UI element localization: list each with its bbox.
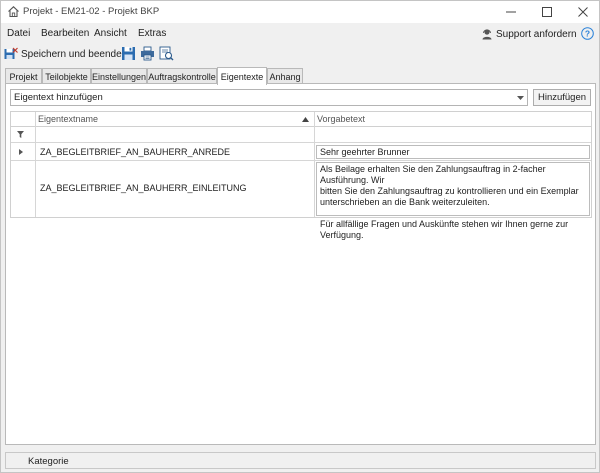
column-header-eigentextname[interactable]: Eigentextname (35, 112, 314, 127)
memo-line: Für allfällige Fragen und Auskünfte steh… (320, 219, 569, 240)
tab-teilobjekte[interactable]: Teilobjekte (42, 68, 91, 84)
filter-icon[interactable] (17, 131, 24, 138)
cell-vorgabetext-editor[interactable]: Sehr geehrter Brunner (316, 145, 590, 159)
close-icon (578, 7, 588, 17)
menu-extras[interactable]: Extras (138, 28, 166, 39)
maximize-icon (542, 7, 552, 17)
save-and-close-button[interactable]: Speichern und beenden (4, 45, 127, 63)
eigentext-grid: Eigentextname Vorgabetext ZA_BEGLEITBRIE… (10, 111, 592, 240)
memo-line (320, 208, 586, 219)
filter-cell-eigentextname[interactable] (36, 128, 313, 142)
tab-eigentexte[interactable]: Eigentexte (217, 67, 267, 85)
title-bar[interactable]: Projekt - EM21-02 - Projekt BKP (1, 1, 599, 23)
svg-text:?: ? (585, 29, 590, 39)
grid-divider (11, 160, 591, 161)
column-header-vorgabetext-label: Vorgabetext (317, 114, 366, 124)
print-preview-icon[interactable] (159, 46, 174, 61)
menu-ansicht[interactable]: Ansicht (94, 28, 127, 39)
grid-divider (314, 112, 315, 217)
save-and-close-label: Speichern und beenden (21, 48, 128, 60)
toolbar: Speichern und beenden (1, 44, 599, 64)
status-bar: Kategorie (5, 452, 596, 469)
filter-cell-vorgabetext[interactable] (315, 128, 591, 142)
tab-auftragskontrolle[interactable]: Auftragskontrolle (147, 68, 217, 84)
eigentext-select-value: Eigentext hinzufügen (14, 92, 103, 103)
memo-line: unterschrieben an die Bank weiterzuleite… (320, 197, 490, 207)
add-button[interactable]: Hinzufügen (533, 89, 591, 106)
column-header-eigentextname-label: Eigentextname (38, 114, 99, 124)
eigentexte-panel: Eigentext hinzufügen Hinzufügen Eigentex… (5, 83, 596, 445)
cell-eigentextname[interactable]: ZA_BEGLEITBRIEF_AN_BAUHERR_ANREDE (40, 147, 230, 157)
column-header-vorgabetext[interactable]: Vorgabetext (314, 112, 591, 127)
eigentext-select[interactable]: Eigentext hinzufügen (10, 89, 528, 106)
support-label: Support anfordern (496, 28, 577, 40)
minimize-icon (506, 11, 516, 13)
maximize-button[interactable] (531, 1, 563, 23)
grid-divider (11, 142, 591, 143)
memo-line: Als Beilage erhalten Sie den Zahlungsauf… (320, 164, 546, 185)
menu-datei[interactable]: Datei (7, 28, 30, 39)
chevron-down-icon (517, 96, 524, 100)
grid-divider (35, 112, 36, 217)
tab-projekt[interactable]: Projekt (5, 68, 42, 84)
save-close-icon (4, 47, 18, 59)
cell-vorgabetext: Sehr geehrter Brunner (320, 147, 410, 157)
help-icon[interactable]: ? (581, 27, 594, 40)
support-headset-icon (482, 29, 492, 40)
tab-einstellungen[interactable]: Einstellungen (91, 68, 147, 84)
support-request-button[interactable]: Support anfordern (481, 25, 577, 43)
memo-line: bitten Sie den Zahlungsauftrag zu kontro… (320, 186, 579, 196)
window-title: Projekt - EM21-02 - Projekt BKP (23, 6, 160, 17)
print-icon[interactable] (140, 46, 155, 61)
close-button[interactable] (567, 1, 599, 23)
row-indicator-header (11, 112, 35, 127)
tab-anhang[interactable]: Anhang (267, 68, 303, 84)
home-icon (8, 6, 19, 18)
sort-ascending-icon (302, 117, 309, 122)
save-icon[interactable] (121, 46, 136, 61)
menu-bearbeiten[interactable]: Bearbeiten (41, 28, 89, 39)
app-window: Projekt - EM21-02 - Projekt BKP Datei Be… (0, 0, 600, 473)
row-pointer-icon (19, 149, 23, 155)
cell-vorgabetext-editor[interactable]: Als Beilage erhalten Sie den Zahlungsauf… (316, 162, 590, 240)
cell-eigentextname[interactable]: ZA_BEGLEITBRIEF_AN_BAUHERR_EINLEITUNG (40, 183, 247, 193)
minimize-button[interactable] (495, 1, 527, 23)
status-kategorie: Kategorie (28, 456, 69, 467)
